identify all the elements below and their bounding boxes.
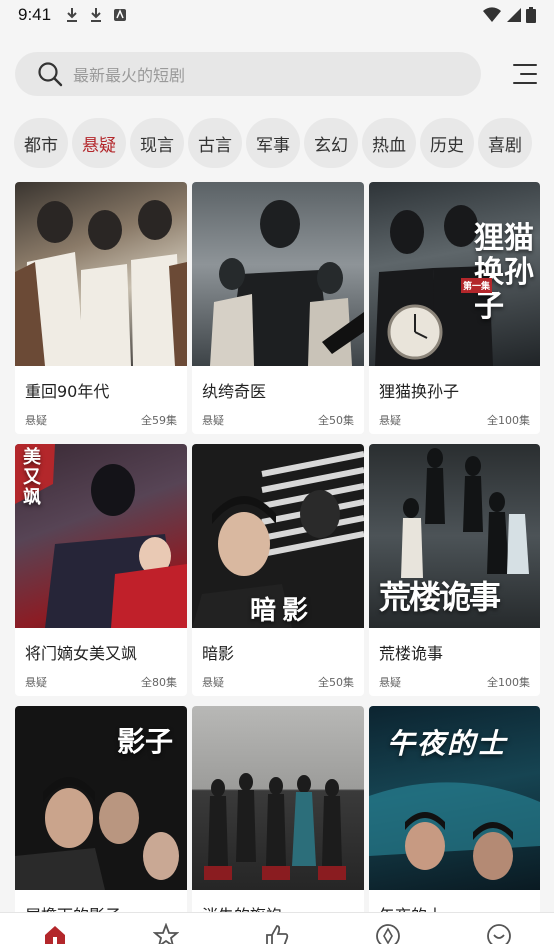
drama-genre: 悬疑 <box>25 676 47 689</box>
drama-poster: 狸猫换孙子 第一集 <box>369 182 540 366</box>
drama-poster: 荒楼诡事 <box>369 444 540 628</box>
thumbs-up-icon[interactable] <box>264 923 290 944</box>
app-notification-icon <box>114 9 127 21</box>
drama-card[interactable]: 狸猫换孙子 第一集 狸猫换孙子 悬疑 全100集 <box>369 182 540 434</box>
drama-title: 将门嫡女美又飒 <box>25 644 138 663</box>
drama-title: 暗影 <box>202 644 235 663</box>
drama-title: 狸猫换孙子 <box>379 382 460 401</box>
drama-poster: 暗影 <box>192 444 364 628</box>
drama-card[interactable]: 影子 屋檐下的影子 悬疑 <box>15 706 187 944</box>
category-tab-guyan[interactable]: 古言 <box>188 118 242 168</box>
home-icon[interactable] <box>42 923 68 944</box>
menu-icon[interactable] <box>511 60 539 88</box>
category-tab-xiju[interactable]: 喜剧 <box>478 118 532 168</box>
drama-card[interactable]: 美又飒 将门嫡女美又飒 悬疑 全80集 <box>15 444 187 696</box>
drama-genre: 悬疑 <box>202 676 224 689</box>
drama-poster: 午夜的士 <box>369 706 540 890</box>
drama-card[interactable]: 午夜的士 午夜的士 悬疑 <box>369 706 540 944</box>
poster-title-text: 美又飒 <box>23 447 41 508</box>
poster-title-text: 影子 <box>116 725 173 758</box>
status-bar: 9:41 <box>0 0 554 30</box>
search-input[interactable]: 最新最火的短剧 <box>15 52 481 96</box>
battery-icon <box>526 7 536 23</box>
drama-genre: 悬疑 <box>25 414 47 427</box>
drama-poster <box>192 182 364 366</box>
drama-poster: 影子 <box>15 706 187 890</box>
download-icon <box>67 8 78 22</box>
search-placeholder: 最新最火的短剧 <box>73 66 186 85</box>
drama-episodes: 全50集 <box>318 676 354 689</box>
poster-badge-text: 第一集 <box>460 278 492 293</box>
poster-title-text: 暗影 <box>250 596 315 626</box>
drama-title: 重回90年代 <box>25 382 110 401</box>
compass-icon[interactable] <box>375 923 401 944</box>
category-tab-lishi[interactable]: 历史 <box>420 118 474 168</box>
drama-card[interactable]: 消失的旗袍 悬疑 <box>192 706 364 944</box>
drama-card[interactable]: 荒楼诡事 荒楼诡事 悬疑 全100集 <box>369 444 540 696</box>
category-tab-xuanhuan[interactable]: 玄幻 <box>304 118 358 168</box>
drama-title: 纨绔奇医 <box>202 382 267 401</box>
drama-card[interactable]: 暗影 暗影 悬疑 全50集 <box>192 444 364 696</box>
drama-poster: 美又飒 <box>15 444 187 628</box>
category-tab-dushi[interactable]: 都市 <box>14 118 68 168</box>
drama-genre: 悬疑 <box>379 414 401 427</box>
category-tab-rexue[interactable]: 热血 <box>362 118 416 168</box>
category-tab-junshi[interactable]: 军事 <box>246 118 300 168</box>
poster-title-text: 荒楼诡事 <box>379 578 501 616</box>
drama-grid: 重回90年代 悬疑 全59集 纨绔奇医 悬疑 全50集 狸猫换孙子 第一集 狸猫… <box>15 182 540 944</box>
download-icon <box>91 8 102 22</box>
wifi-icon <box>483 7 501 23</box>
drama-episodes: 全59集 <box>141 414 177 427</box>
star-icon[interactable] <box>153 923 180 944</box>
drama-poster <box>192 706 364 890</box>
drama-genre: 悬疑 <box>379 676 401 689</box>
drama-card[interactable]: 重回90年代 悬疑 全59集 <box>15 182 187 434</box>
poster-title-text: 午夜的士 <box>387 727 508 760</box>
drama-episodes: 全80集 <box>141 676 177 689</box>
signal-icon <box>507 8 521 22</box>
smile-icon[interactable] <box>486 923 512 944</box>
drama-episodes: 全100集 <box>487 414 530 427</box>
drama-poster <box>15 182 187 366</box>
search-icon <box>38 62 63 87</box>
search-row: 最新最火的短剧 <box>15 52 539 96</box>
drama-episodes: 全100集 <box>487 676 530 689</box>
poster-title-text: 狸猫换孙子 <box>474 221 534 324</box>
category-tabs: 都市 悬疑 现言 古言 军事 玄幻 热血 历史 喜剧 <box>14 118 554 168</box>
category-tab-xuanyi[interactable]: 悬疑 <box>72 118 126 168</box>
status-time: 9:41 <box>18 5 52 24</box>
drama-episodes: 全50集 <box>318 414 354 427</box>
drama-card[interactable]: 纨绔奇医 悬疑 全50集 <box>192 182 364 434</box>
bottom-tab-bar <box>0 912 554 944</box>
drama-genre: 悬疑 <box>202 414 224 427</box>
drama-title: 荒楼诡事 <box>379 644 444 663</box>
category-tab-xianyan[interactable]: 现言 <box>130 118 184 168</box>
